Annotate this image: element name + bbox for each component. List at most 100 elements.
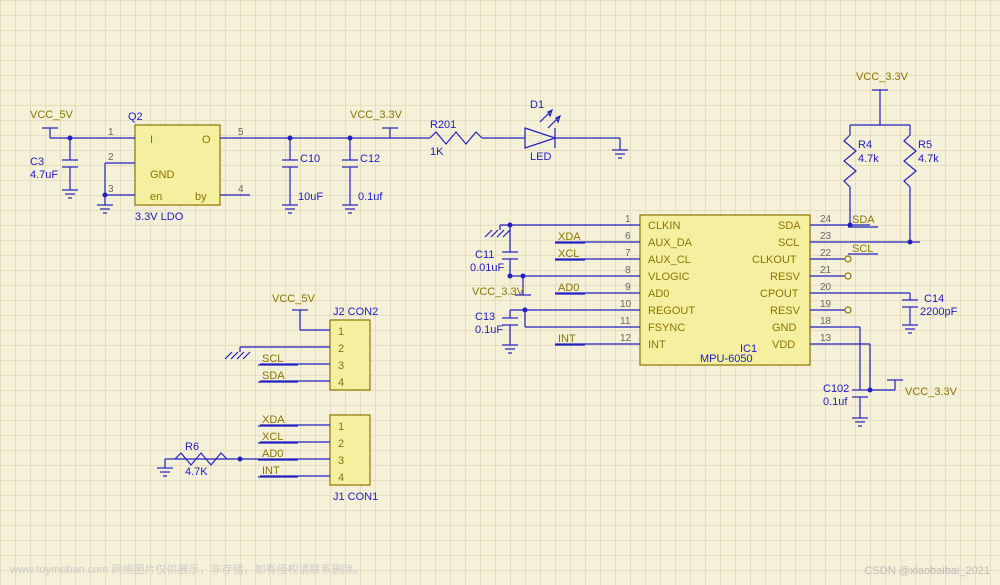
svg-text:18: 18 — [820, 316, 832, 327]
svg-text:CLKIN: CLKIN — [648, 220, 680, 232]
vcc33-c11: VCC_3.3V — [472, 286, 525, 298]
gnd-icon — [97, 205, 113, 213]
j2-block — [330, 320, 370, 390]
svg-text:CLKOUT: CLKOUT — [752, 254, 797, 266]
j2: J2 CON2 — [333, 306, 378, 318]
pin-3: 3 — [108, 184, 114, 195]
svg-text:AD0: AD0 — [648, 288, 669, 300]
ldo-pin-gnd: GND — [150, 169, 175, 181]
svg-text:7: 7 — [625, 248, 631, 259]
j2-scl: SCL — [262, 353, 283, 365]
svg-text:1: 1 — [625, 214, 631, 225]
gnd-icon — [852, 418, 868, 426]
j2-pin1: 1 — [338, 326, 344, 338]
svg-text:23: 23 — [820, 231, 832, 242]
gnd-icon — [612, 150, 628, 158]
vcc33-bot: VCC_3.3V — [905, 386, 958, 398]
net-xda: XDA — [558, 231, 581, 243]
svg-text:AUX_CL: AUX_CL — [648, 254, 691, 266]
gnd-icon — [342, 205, 358, 213]
c13: C13 — [475, 311, 495, 323]
svg-text:CPOUT: CPOUT — [760, 288, 799, 300]
gnd-icon — [157, 468, 173, 476]
j1-pin3: 3 — [338, 455, 344, 467]
j1-int: INT — [262, 465, 280, 477]
gnd-icon — [485, 230, 510, 237]
svg-text:VDD: VDD — [772, 339, 795, 351]
d1: D1 — [530, 99, 544, 111]
pin-1: 1 — [108, 127, 114, 138]
led-icon — [525, 128, 555, 148]
net-scl: SCL — [852, 243, 873, 255]
svg-text:9: 9 — [625, 282, 631, 293]
j1-pin4: 4 — [338, 472, 344, 484]
svg-text:SDA: SDA — [778, 220, 801, 232]
svg-text:21: 21 — [820, 265, 832, 276]
r6v: 4.7K — [185, 466, 208, 478]
q2-label: Q2 — [128, 111, 143, 123]
svg-text:19: 19 — [820, 299, 832, 310]
j2-pin4: 4 — [338, 377, 344, 389]
vcc5-j2: VCC_5V — [272, 293, 315, 305]
j1-ad0: AD0 — [262, 448, 283, 460]
ldo-pin-by: by — [195, 191, 207, 203]
r6: R6 — [185, 441, 199, 453]
net-ad0: AD0 — [558, 282, 579, 294]
net-int: INT — [558, 333, 576, 345]
pin-4: 4 — [238, 184, 244, 195]
gnd-icon — [902, 325, 918, 333]
svg-text:FSYNC: FSYNC — [648, 322, 685, 334]
c10v: 10uF — [298, 191, 323, 203]
gnd-icon — [62, 185, 78, 198]
r4: R4 — [858, 139, 872, 151]
svg-text:GND: GND — [772, 322, 797, 334]
gnd-icon — [225, 352, 250, 359]
net-xcl: XCL — [558, 248, 579, 260]
schematic-diagram: I O GND en by Q2 3.3V LDO 1 2 3 5 4 VCC_… — [0, 0, 1000, 585]
c3v: 4.7uF — [30, 169, 58, 181]
watermark-right: CSDN @xiaobaibai_2021 — [864, 565, 990, 577]
c10: C10 — [300, 153, 320, 165]
gnd-icon — [502, 345, 518, 353]
j1-pin1: 1 — [338, 421, 344, 433]
svg-text:VLOGIC: VLOGIC — [648, 271, 690, 283]
net-sda: SDA — [852, 214, 875, 226]
svg-text:REGOUT: REGOUT — [648, 305, 695, 317]
svg-text:11: 11 — [620, 316, 631, 327]
ldo-pin-o: O — [202, 134, 211, 146]
svg-text:20: 20 — [820, 282, 832, 293]
svg-text:RESV: RESV — [770, 271, 801, 283]
j2-sda: SDA — [262, 370, 285, 382]
c12v: 0.1uf — [358, 191, 383, 203]
vcc33-label: VCC_3.3V — [350, 109, 403, 121]
c12: C12 — [360, 153, 380, 165]
j1-pin2: 2 — [338, 438, 344, 450]
r5v: 4.7k — [918, 153, 939, 165]
pin-2: 2 — [108, 152, 114, 163]
svg-text:12: 12 — [620, 333, 632, 344]
svg-text:INT: INT — [648, 339, 666, 351]
ic1-name: MPU-6050 — [700, 353, 753, 365]
svg-text:13: 13 — [820, 333, 832, 344]
vcc5-label: VCC_5V — [30, 109, 73, 121]
r201: R201 — [430, 119, 456, 131]
svg-text:6: 6 — [625, 231, 631, 242]
r4v: 4.7k — [858, 153, 879, 165]
svg-text:8: 8 — [625, 265, 631, 276]
j2-pin3: 3 — [338, 360, 344, 372]
c14: C14 — [924, 293, 944, 305]
svg-text:10: 10 — [620, 299, 632, 310]
svg-text:SCL: SCL — [778, 237, 799, 249]
pin-5: 5 — [238, 127, 244, 138]
svg-text:AUX_DA: AUX_DA — [648, 237, 693, 249]
c11v: 0.01uF — [470, 262, 505, 274]
resistor-icon — [430, 132, 482, 144]
c102: C102 — [823, 383, 849, 395]
c3: C3 — [30, 156, 44, 168]
r201v: 1K — [430, 146, 444, 158]
j1-block — [330, 415, 370, 485]
svg-text:RESV: RESV — [770, 305, 801, 317]
j2-pin2: 2 — [338, 343, 344, 355]
c14v: 2200pF — [920, 306, 958, 318]
r5: R5 — [918, 139, 932, 151]
